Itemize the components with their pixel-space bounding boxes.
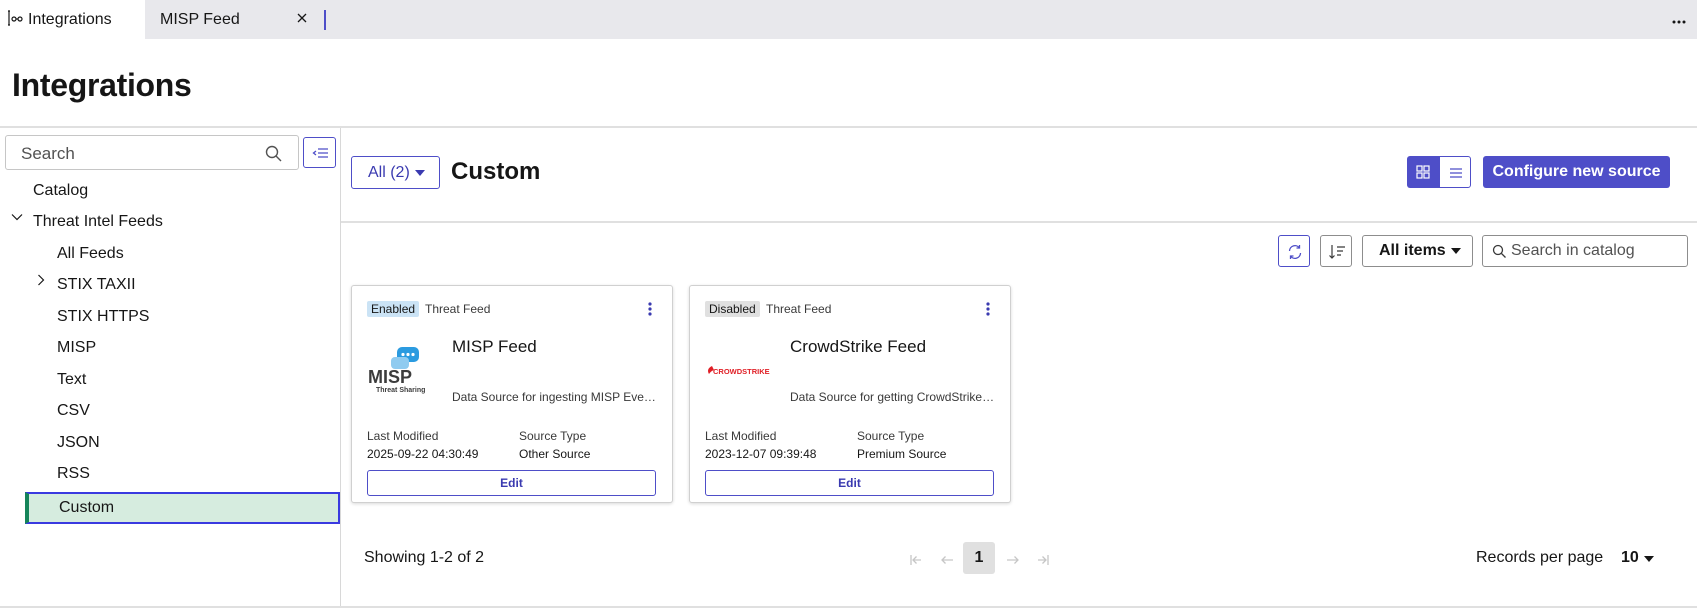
sidebar-item-all-feeds[interactable]: All Feeds — [57, 241, 124, 267]
records-per-page-value: 10 — [1621, 549, 1639, 566]
chevron-down-icon[interactable] — [11, 210, 23, 222]
section-title: Custom — [451, 158, 541, 185]
integration-card[interactable]: Disabled Threat Feed CROWDSTRIKE CrowdSt… — [689, 285, 1011, 503]
divider — [341, 221, 1697, 223]
logo-subtitle: Threat Sharing — [376, 387, 425, 394]
sidebar-item-csv[interactable]: CSV — [57, 398, 90, 424]
tab-integrations[interactable]: Integrations — [0, 0, 145, 39]
sidebar-item-label: Text — [57, 371, 87, 388]
card-type: Threat Feed — [425, 302, 491, 316]
tab-label: MISP Feed — [160, 10, 240, 28]
sort-button[interactable] — [1320, 235, 1352, 267]
catalog-search-input[interactable]: Search in catalog — [1482, 235, 1688, 267]
last-modified-label: Last Modified — [367, 429, 439, 443]
search-placeholder: Search — [21, 144, 75, 163]
search-placeholder: Search in catalog — [1511, 242, 1635, 259]
next-page-icon[interactable] — [1005, 552, 1021, 568]
sidebar-item-stix-taxii[interactable]: STIX TAXII — [57, 272, 136, 298]
filter-label: All (2) — [368, 163, 410, 181]
grid-icon — [1416, 165, 1430, 179]
tab-misp-feed[interactable]: MISP Feed — [145, 0, 315, 39]
search-icon — [265, 145, 282, 162]
refresh-button[interactable] — [1278, 235, 1310, 267]
sidebar: Search Catalog Threat Intel Feeds All Fe… — [0, 128, 341, 608]
sidebar-item-custom[interactable]: Custom — [25, 492, 340, 524]
caret-down-icon — [1643, 556, 1654, 562]
card-name: MISP Feed — [452, 337, 537, 356]
list-view-button[interactable] — [1439, 156, 1471, 188]
grid-view-button[interactable] — [1407, 156, 1439, 188]
first-page-icon[interactable] — [908, 552, 924, 568]
tab-divider — [324, 10, 326, 30]
showing-count: Showing 1-2 of 2 — [364, 549, 485, 566]
close-icon[interactable] — [295, 11, 309, 25]
source-type-label: Source Type — [857, 429, 925, 443]
last-modified-label: Last Modified — [705, 429, 777, 443]
edit-button[interactable]: Edit — [367, 470, 656, 496]
collapse-sidebar-button[interactable] — [303, 137, 336, 168]
misp-logo: MISP Threat Sharing — [367, 346, 437, 396]
sidebar-item-json[interactable]: JSON — [57, 430, 100, 456]
sidebar-item-threat-intel-feeds[interactable]: Threat Intel Feeds — [33, 209, 163, 235]
sidebar-item-label: Custom — [59, 499, 115, 516]
sidebar-item-label: MISP — [57, 339, 97, 356]
status-badge: Disabled — [705, 301, 760, 317]
sidebar-item-text[interactable]: Text — [57, 367, 86, 393]
page-number[interactable]: 1 — [963, 542, 995, 574]
sidebar-item-label: RSS — [57, 465, 90, 482]
sidebar-search-input[interactable]: Search — [5, 135, 299, 170]
tab-strip: Integrations MISP Feed — [0, 0, 1697, 39]
sidebar-item-label: STIX HTTPS — [57, 308, 150, 325]
refresh-icon — [1288, 245, 1302, 259]
all-items-label: All items — [1379, 242, 1446, 259]
card-description: Data Source for getting CrowdStrike indi… — [790, 390, 995, 404]
list-icon — [1450, 168, 1462, 178]
sidebar-item-label: Catalog — [33, 182, 89, 199]
card-name: CrowdStrike Feed — [790, 337, 927, 356]
records-per-page-dropdown[interactable]: 10 — [1621, 549, 1654, 567]
source-type-label: Source Type — [519, 429, 587, 443]
last-modified-value: 2023-12-07 09:39:48 — [705, 447, 817, 461]
sidebar-item-catalog[interactable]: Catalog — [33, 178, 88, 204]
source-type-value: Premium Source — [857, 447, 947, 461]
edit-button[interactable]: Edit — [705, 470, 994, 496]
previous-page-icon[interactable] — [939, 552, 955, 568]
page-title: Integrations — [12, 67, 192, 103]
sidebar-item-label: All Feeds — [57, 245, 124, 262]
sidebar-item-label: Threat Intel Feeds — [33, 213, 163, 230]
last-page-icon[interactable] — [1035, 552, 1051, 568]
filter-dropdown[interactable]: All (2) — [351, 156, 440, 189]
sort-icon — [1329, 245, 1345, 259]
all-items-dropdown[interactable]: All items — [1362, 235, 1473, 267]
source-type-value: Other Source — [519, 447, 591, 461]
kebab-menu-icon[interactable] — [648, 301, 652, 317]
sidebar-item-stix-https[interactable]: STIX HTTPS — [57, 304, 149, 330]
overflow-menu-icon[interactable] — [1671, 14, 1687, 24]
tab-label: Integrations — [28, 10, 112, 28]
status-badge: Enabled — [367, 301, 420, 317]
logo-title: MISP — [368, 367, 412, 387]
card-description: Data Source for ingesting MISP Events — [452, 390, 657, 404]
card-type: Threat Feed — [766, 302, 832, 316]
crowdstrike-logo: CROWDSTRIKE — [705, 346, 775, 396]
chevron-right-icon[interactable] — [35, 273, 47, 286]
integration-card[interactable]: Enabled Threat Feed MISP Threat Sharing … — [351, 285, 673, 503]
last-modified-value: 2025-09-22 04:30:49 — [367, 447, 479, 461]
collapse-icon — [312, 148, 328, 158]
configure-new-source-button[interactable]: Configure new source — [1483, 156, 1670, 188]
integrations-icon — [7, 10, 25, 26]
kebab-menu-icon[interactable] — [986, 301, 990, 317]
sidebar-item-label: STIX TAXII — [57, 276, 136, 293]
sidebar-item-label: CSV — [57, 402, 90, 419]
logo-title: CROWDSTRIKE — [713, 367, 770, 376]
sidebar-item-misp[interactable]: MISP — [57, 335, 96, 361]
caret-down-icon — [1450, 248, 1461, 254]
caret-down-icon — [414, 169, 425, 176]
records-per-page-label: Records per page — [1476, 549, 1604, 566]
search-icon — [1492, 244, 1506, 258]
sidebar-item-label: JSON — [57, 434, 100, 451]
sidebar-item-rss[interactable]: RSS — [57, 461, 90, 487]
main-content: All (2) Custom Configure new source All … — [341, 128, 1697, 608]
